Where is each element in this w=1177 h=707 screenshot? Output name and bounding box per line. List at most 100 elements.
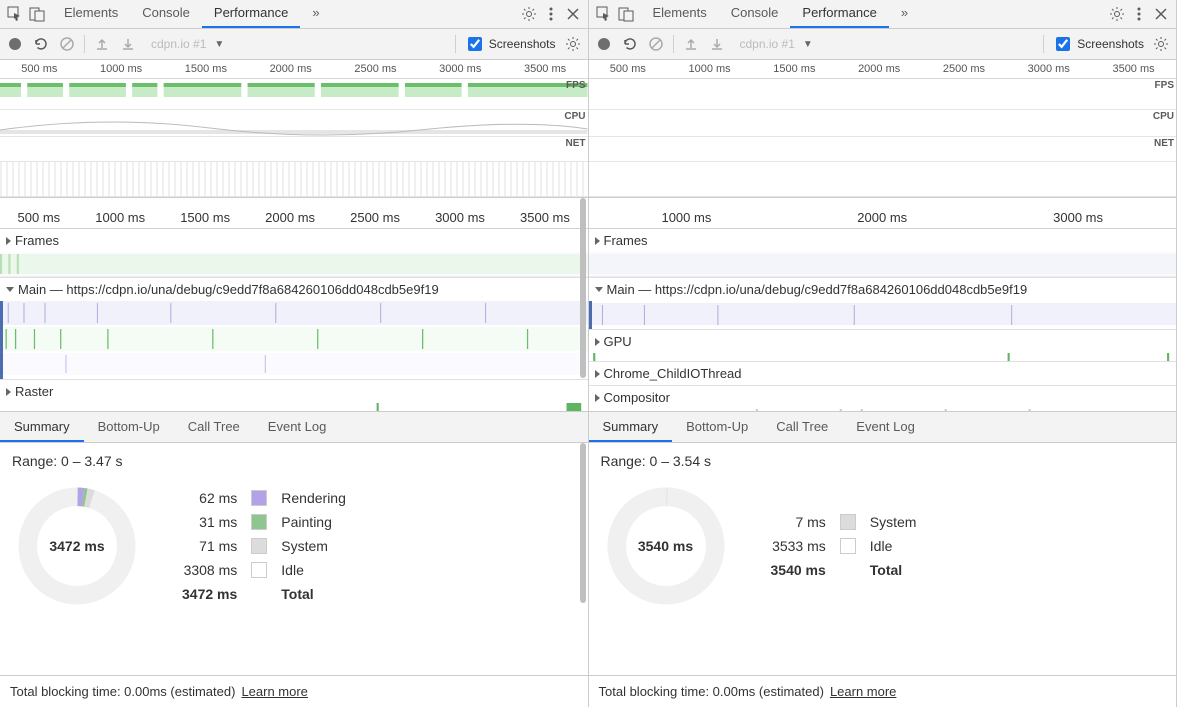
track-raster[interactable]: Raster (0, 380, 588, 411)
chevron-down-icon[interactable]: ▼ (803, 39, 813, 50)
tab-performance[interactable]: Performance (202, 0, 300, 28)
summary-pane: Range: 0 – 3.54 s 3540 ms 7 msSystem3533… (589, 443, 1177, 676)
overview-ruler: 500 ms1000 ms1500 ms2000 ms2500 ms3000 m… (0, 60, 588, 79)
gear-icon[interactable] (1106, 3, 1128, 25)
tab-elements[interactable]: Elements (52, 0, 130, 28)
flamechart-area[interactable]: 1000 ms2000 ms3000 ms Frames Main — http… (589, 198, 1177, 411)
gear-icon[interactable] (518, 3, 540, 25)
learn-more-link[interactable]: Learn more (241, 684, 307, 699)
blocking-time-text: Total blocking time: 0.00ms (estimated) (10, 684, 235, 699)
recording-url[interactable]: cdpn.io #1 (740, 37, 795, 51)
clear-icon[interactable] (647, 35, 665, 53)
scrollbar[interactable] (578, 443, 588, 676)
perf-toolbar: cdpn.io #1 ▼ Screenshots (589, 29, 1177, 60)
device-icon[interactable] (26, 3, 48, 25)
capture-settings-icon[interactable] (564, 35, 582, 53)
tab-more[interactable]: » (889, 0, 920, 28)
devtools-panel-right: Elements Console Performance » cdpn.io #… (589, 0, 1177, 707)
clear-icon[interactable] (58, 35, 76, 53)
main-tabbar: Elements Console Performance » (589, 0, 1177, 29)
inspect-icon[interactable] (593, 3, 615, 25)
tab-performance[interactable]: Performance (790, 0, 888, 28)
fps-label: FPS (566, 79, 585, 110)
kebab-icon[interactable] (540, 3, 562, 25)
net-label: NET (1154, 137, 1174, 162)
net-label: NET (566, 137, 586, 162)
fps-row: FPS (589, 79, 1177, 110)
footer: Total blocking time: 0.00ms (estimated) … (0, 675, 588, 707)
cpu-label: CPU (564, 110, 585, 137)
tab-elements[interactable]: Elements (641, 0, 719, 28)
btab-calltree[interactable]: Call Tree (174, 412, 254, 442)
expand-icon[interactable] (6, 388, 11, 396)
recording-url[interactable]: cdpn.io #1 (151, 37, 206, 51)
perf-toolbar: cdpn.io #1 ▼ Screenshots (0, 29, 588, 60)
cpu-label: CPU (1153, 110, 1174, 137)
learn-more-link[interactable]: Learn more (830, 684, 896, 699)
btab-summary[interactable]: Summary (589, 412, 673, 442)
capture-settings-icon[interactable] (1152, 35, 1170, 53)
cpu-row: CPU (0, 110, 588, 137)
reload-icon[interactable] (621, 35, 639, 53)
summary-pane: Range: 0 – 3.47 s 3472 ms 62 msRendering… (0, 443, 588, 676)
donut-chart: 3540 ms (601, 481, 731, 611)
donut-center: 3472 ms (49, 538, 104, 554)
track-main[interactable]: Main — https://cdpn.io/una/debug/c9edd7f… (0, 278, 588, 380)
fps-label: FPS (1155, 79, 1174, 110)
tab-console[interactable]: Console (719, 0, 791, 28)
screenshots-checkbox[interactable]: Screenshots (464, 34, 556, 54)
reload-icon[interactable] (32, 35, 50, 53)
net-row: NET (0, 137, 588, 162)
devtools-panel-left: Elements Console Performance » cdpn.io #… (0, 0, 589, 707)
close-icon[interactable] (1150, 3, 1172, 25)
legend: 7 msSystem3533 msIdle3540 msTotal (771, 514, 917, 578)
blocking-time-text: Total blocking time: 0.00ms (estimated) (599, 684, 824, 699)
record-icon[interactable] (595, 35, 613, 53)
track-frames[interactable]: Frames (589, 229, 1177, 278)
main-tabbar: Elements Console Performance » (0, 0, 588, 29)
screenshots-strip (589, 162, 1177, 197)
track-frames[interactable]: Frames (0, 229, 588, 278)
footer: Total blocking time: 0.00ms (estimated) … (589, 675, 1177, 707)
scrollbar[interactable] (578, 198, 588, 411)
record-icon[interactable] (6, 35, 24, 53)
flame-ruler: 500 ms1000 ms1500 ms2000 ms2500 ms3000 m… (0, 206, 588, 229)
kebab-icon[interactable] (1128, 3, 1150, 25)
upload-icon[interactable] (93, 35, 111, 53)
track-main[interactable]: Main — https://cdpn.io/una/debug/c9edd7f… (589, 278, 1177, 330)
chevron-down-icon[interactable]: ▼ (214, 39, 224, 50)
expand-icon[interactable] (595, 394, 600, 402)
btab-summary[interactable]: Summary (0, 412, 84, 442)
flamechart-area[interactable]: 500 ms1000 ms1500 ms2000 ms2500 ms3000 m… (0, 198, 588, 411)
overview[interactable]: 500 ms1000 ms1500 ms2000 ms2500 ms3000 m… (0, 60, 588, 198)
btab-bottomup[interactable]: Bottom-Up (84, 412, 174, 442)
net-row: NET (589, 137, 1177, 162)
summary-tabs: Summary Bottom-Up Call Tree Event Log (0, 411, 588, 443)
expand-icon[interactable] (595, 338, 600, 346)
device-icon[interactable] (615, 3, 637, 25)
summary-tabs: Summary Bottom-Up Call Tree Event Log (589, 411, 1177, 443)
overview[interactable]: 500 ms1000 ms1500 ms2000 ms2500 ms3000 m… (589, 60, 1177, 198)
btab-eventlog[interactable]: Event Log (254, 412, 341, 442)
track-childio[interactable]: Chrome_ChildIOThread (589, 362, 1177, 386)
fps-row: FPS (0, 79, 588, 110)
btab-bottomup[interactable]: Bottom-Up (672, 412, 762, 442)
screenshots-checkbox[interactable]: Screenshots (1052, 34, 1144, 54)
btab-eventlog[interactable]: Event Log (842, 412, 929, 442)
inspect-icon[interactable] (4, 3, 26, 25)
expand-icon[interactable] (6, 237, 11, 245)
collapse-icon[interactable] (595, 287, 603, 292)
tab-more[interactable]: » (300, 0, 331, 28)
expand-icon[interactable] (595, 237, 600, 245)
upload-icon[interactable] (682, 35, 700, 53)
screenshots-strip (0, 162, 588, 197)
btab-calltree[interactable]: Call Tree (762, 412, 842, 442)
track-compositor[interactable]: Compositor (589, 386, 1177, 411)
download-icon[interactable] (708, 35, 726, 53)
close-icon[interactable] (562, 3, 584, 25)
download-icon[interactable] (119, 35, 137, 53)
tab-console[interactable]: Console (130, 0, 202, 28)
track-gpu[interactable]: GPU (589, 330, 1177, 362)
collapse-icon[interactable] (6, 287, 14, 292)
expand-icon[interactable] (595, 370, 600, 378)
